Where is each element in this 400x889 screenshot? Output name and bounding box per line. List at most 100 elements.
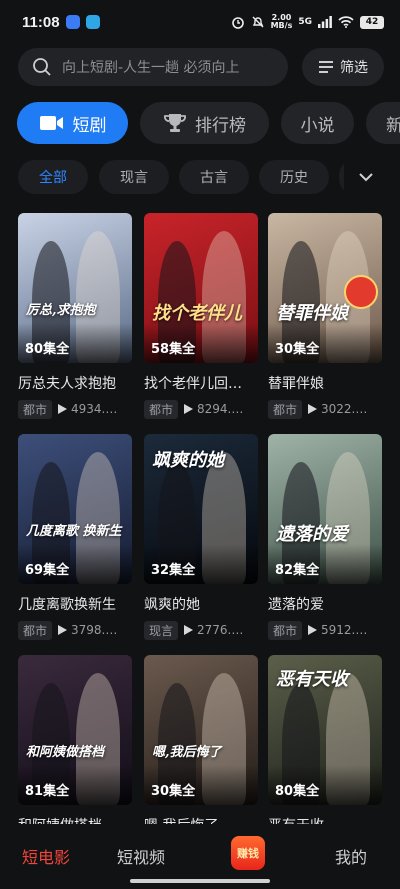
poster-title-art: 几度离歌 换新生	[26, 524, 122, 539]
drama-poster[interactable]: 几度离歌 换新生 69集全	[18, 434, 132, 584]
red-envelope-icon[interactable]	[344, 275, 378, 309]
status-bar: 11:08 2.00 MB/s 5G 42	[0, 0, 400, 44]
genre-chip-all[interactable]: 全部	[18, 160, 88, 194]
signal-icon	[318, 16, 332, 28]
drama-card[interactable]: 恶有天收 80集全 恶有天收	[268, 655, 382, 835]
tab-short-drama[interactable]: 短剧	[17, 102, 128, 144]
play-icon	[184, 404, 194, 414]
poster-title-art: 找个老伴儿	[152, 303, 242, 324]
drama-card[interactable]: 和阿姨做搭档 81集全 和阿姨做搭档	[18, 655, 132, 835]
drama-poster[interactable]: 飒爽的她 32集全	[144, 434, 258, 584]
genre-chip-ancient-romance[interactable]: 古言	[179, 160, 249, 194]
drama-title[interactable]: 厉总夫人求抱抱	[18, 373, 132, 393]
genre-tag: 都市	[18, 620, 53, 640]
poster-title-art: 和阿姨做搭档	[26, 745, 105, 760]
genre-tag: 都市	[18, 399, 53, 419]
genre-tag: 都市	[144, 399, 179, 419]
mute-bell-icon	[252, 16, 264, 28]
episode-count: 69集全	[25, 563, 70, 578]
drama-poster[interactable]: 替罪伴娘 30集全	[268, 213, 382, 363]
battery-indicator: 42	[360, 15, 384, 29]
play-icon	[58, 404, 68, 414]
drama-card[interactable]: 几度离歌 换新生 69集全 几度离歌换新生 都市 3798.…	[18, 434, 132, 640]
play-count: 3022.…	[308, 402, 367, 416]
play-icon	[308, 404, 318, 414]
drama-poster[interactable]: 和阿姨做搭档 81集全	[18, 655, 132, 805]
nav-short-video[interactable]: 短视频	[117, 844, 165, 868]
drama-meta: 都市 5912.…	[268, 620, 382, 640]
play-count: 4934.…	[58, 402, 117, 416]
earn-label: 赚钱	[237, 847, 259, 860]
play-count-value: 2776.…	[197, 623, 244, 637]
genre-tag: 都市	[268, 399, 303, 419]
drama-title[interactable]: 几度离歌换新生	[18, 594, 132, 614]
tab-ranking[interactable]: 排行榜	[140, 102, 269, 144]
expand-genres-button[interactable]	[344, 160, 388, 194]
play-count-value: 3798.…	[71, 623, 118, 637]
filter-button[interactable]: 筛选	[302, 48, 384, 86]
filter-icon	[319, 61, 333, 73]
drama-meta: 现言 2776.…	[144, 620, 258, 640]
drama-meta: 都市 3022.…	[268, 399, 382, 419]
play-count: 5912.…	[308, 623, 367, 637]
filter-label: 筛选	[340, 60, 368, 76]
play-count-value: 4934.…	[71, 402, 118, 416]
drama-title[interactable]: 找个老伴儿回…	[144, 373, 258, 393]
status-time: 11:08	[22, 13, 60, 31]
poster-title-art: 厉总,求抱抱	[26, 303, 96, 318]
drama-poster[interactable]: 找个老伴儿 58集全	[144, 213, 258, 363]
nav-earn-button[interactable]: 赚钱	[231, 836, 265, 870]
network-speed: 2.00 MB/s	[270, 13, 293, 30]
video-camera-icon	[39, 116, 63, 130]
search-input[interactable]: 向上短剧-人生一趟 必须向上	[18, 48, 288, 86]
notification-app-icon	[65, 15, 80, 29]
play-icon	[308, 625, 318, 635]
alarm-icon	[231, 17, 244, 29]
bottom-navigation: 短电影 短视频 赚钱 我的	[0, 824, 400, 889]
poster-title-art: 遗落的爱	[276, 524, 348, 545]
play-count-value: 5912.…	[321, 623, 368, 637]
episode-count: 80集全	[275, 784, 320, 799]
play-count: 2776.…	[184, 623, 243, 637]
tab-label: 短剧	[72, 115, 107, 136]
notification-app-icon	[85, 15, 100, 29]
drama-poster[interactable]: 厉总,求抱抱 80集全	[18, 213, 132, 363]
tab-novel[interactable]: 小说	[281, 102, 354, 144]
episode-count: 58集全	[151, 342, 196, 357]
poster-title-art: 恶有天收	[276, 669, 348, 690]
episode-count: 30集全	[275, 342, 320, 357]
wifi-icon	[338, 16, 354, 28]
drama-card[interactable]: 厉总,求抱抱 80集全 厉总夫人求抱抱 都市 4934.…	[18, 213, 132, 419]
trophy-icon	[164, 114, 186, 132]
drama-meta: 都市 3798.…	[18, 620, 132, 640]
drama-title[interactable]: 遗落的爱	[268, 594, 382, 614]
drama-card[interactable]: 嗯,我后悔了 30集全 嗯,我后悔了	[144, 655, 258, 835]
tab-new[interactable]: 新	[366, 102, 400, 144]
search-icon	[33, 58, 51, 76]
play-count: 8294.…	[184, 402, 243, 416]
drama-title[interactable]: 飒爽的她	[144, 594, 258, 614]
drama-card[interactable]: 找个老伴儿 58集全 找个老伴儿回… 都市 8294.…	[144, 213, 258, 419]
play-count-value: 3022.…	[321, 402, 368, 416]
genre-chip-history[interactable]: 历史	[259, 160, 329, 194]
drama-card[interactable]: 替罪伴娘 30集全 替罪伴娘 都市 3022.…	[268, 213, 382, 419]
drama-poster[interactable]: 恶有天收 80集全	[268, 655, 382, 805]
nav-me[interactable]: 我的	[335, 844, 367, 868]
poster-title-art: 飒爽的她	[152, 450, 224, 471]
drama-poster[interactable]: 遗落的爱 82集全	[268, 434, 382, 584]
genre-filter: 全部 现言 古言 历史	[18, 160, 400, 194]
genre-chip-modern-romance[interactable]: 现言	[99, 160, 169, 194]
search-placeholder: 向上短剧-人生一趟 必须向上	[62, 60, 240, 76]
tab-label: 排行榜	[195, 115, 246, 136]
drama-card[interactable]: 遗落的爱 82集全 遗落的爱 都市 5912.…	[268, 434, 382, 640]
play-icon	[58, 625, 68, 635]
genre-tag: 现言	[144, 620, 179, 640]
episode-count: 80集全	[25, 342, 70, 357]
nav-short-film[interactable]: 短电影	[22, 844, 70, 868]
drama-poster[interactable]: 嗯,我后悔了 30集全	[144, 655, 258, 805]
drama-card[interactable]: 飒爽的她 32集全 飒爽的她 现言 2776.…	[144, 434, 258, 640]
status-icons: 2.00 MB/s 5G 42	[231, 14, 384, 30]
home-indicator	[130, 879, 270, 883]
drama-title[interactable]: 替罪伴娘	[268, 373, 382, 393]
episode-count: 32集全	[151, 563, 196, 578]
